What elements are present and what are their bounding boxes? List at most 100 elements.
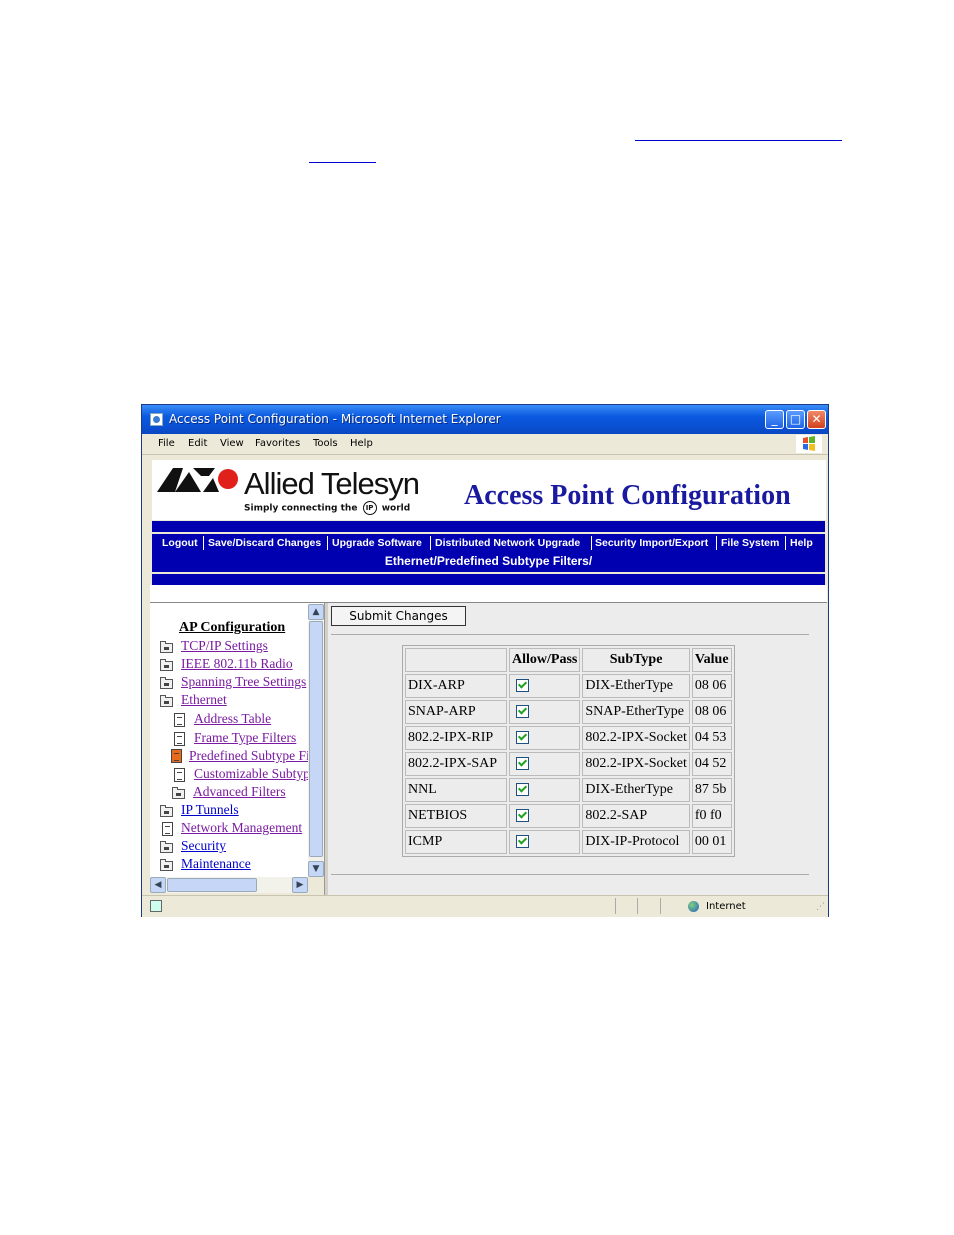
nav-file-system[interactable]: File System xyxy=(721,537,779,549)
scroll-left-button[interactable]: ◀ xyxy=(150,877,166,893)
sidebar-item-spanning-tree[interactable]: Spanning Tree Settings xyxy=(181,674,306,690)
document-icon xyxy=(174,732,185,746)
sidebar-item-address-table[interactable]: Address Table xyxy=(194,711,271,727)
brand-tagline: Simply connecting the IP world xyxy=(244,501,410,515)
filter-value: 04 53 xyxy=(691,726,732,750)
filter-subtype: DIX-EtherType xyxy=(582,778,690,802)
filter-subtype: 802.2-IPX-Socket xyxy=(582,726,690,750)
allow-cell xyxy=(509,830,581,854)
menu-favorites[interactable]: Favorites xyxy=(255,438,300,449)
filter-subtype: SNAP-EtherType xyxy=(582,700,690,724)
allow-cell xyxy=(509,804,581,828)
scroll-up-button[interactable]: ▲ xyxy=(308,604,324,620)
scroll-right-button[interactable]: ▶ xyxy=(292,877,308,893)
filter-name: ICMP xyxy=(405,830,507,854)
top-nav: Logout Save/Discard Changes Upgrade Soft… xyxy=(152,534,825,552)
document-icon xyxy=(174,713,185,727)
menu-help[interactable]: Help xyxy=(350,438,373,449)
status-separator xyxy=(660,898,661,914)
sidebar-item-network-management[interactable]: Network Management xyxy=(181,820,302,836)
tagline-text-end: world xyxy=(381,503,411,514)
minimize-button[interactable]: _ xyxy=(765,410,784,429)
header-bar-bottom xyxy=(152,574,825,585)
filter-name: NNL xyxy=(405,778,507,802)
window-title: Access Point Configuration - Microsoft I… xyxy=(169,412,501,426)
filter-value: 00 01 xyxy=(691,830,732,854)
folder-icon xyxy=(160,805,173,817)
menu-view[interactable]: View xyxy=(220,438,244,449)
scroll-thumb[interactable] xyxy=(309,621,323,857)
filter-name: 802.2-IPX-SAP xyxy=(405,752,507,776)
tagline-text: Simply connecting the xyxy=(244,503,358,514)
sidebar-item-ip-tunnels[interactable]: IP Tunnels xyxy=(181,802,239,818)
document-link-underline xyxy=(309,162,376,163)
allow-checkbox[interactable] xyxy=(516,835,529,849)
sidebar-item-security[interactable]: Security xyxy=(181,838,226,854)
folder-icon xyxy=(160,641,173,653)
filter-value: 08 06 xyxy=(691,674,732,698)
filter-name: NETBIOS xyxy=(405,804,507,828)
scroll-down-button[interactable]: ▼ xyxy=(308,861,324,877)
title-bar[interactable]: Access Point Configuration - Microsoft I… xyxy=(142,405,828,434)
menu-edit[interactable]: Edit xyxy=(188,438,207,449)
document-link-underline xyxy=(635,140,842,141)
allow-cell xyxy=(509,752,581,776)
allow-checkbox[interactable] xyxy=(516,705,529,719)
resize-grip-icon[interactable]: ⋰ xyxy=(816,902,825,912)
windows-logo-icon xyxy=(796,435,822,453)
filter-subtype: DIX-EtherType xyxy=(582,674,690,698)
sidebar-item-customizable-subtype[interactable]: Customizable Subtype Filters xyxy=(194,766,308,782)
sidebar-vertical-scrollbar[interactable]: ▲ ▼ xyxy=(308,604,324,877)
nav-help[interactable]: Help xyxy=(790,537,813,549)
sidebar-item-frame-type-filters[interactable]: Frame Type Filters xyxy=(194,730,296,746)
nav-separator xyxy=(785,536,786,550)
filter-subtype: 802.2-SAP xyxy=(582,804,690,828)
sidebar-horizontal-scrollbar[interactable]: ◀ ▶ xyxy=(150,877,308,893)
nav-security-import-export[interactable]: Security Import/Export xyxy=(595,537,708,549)
folder-icon xyxy=(160,677,173,689)
ie-page-icon xyxy=(150,413,163,426)
filter-value: 87 5b xyxy=(691,778,732,802)
document-icon xyxy=(162,822,173,836)
breadcrumb: Ethernet/Predefined Subtype Filters/ xyxy=(152,552,825,572)
header-gap xyxy=(150,585,827,603)
nav-separator xyxy=(591,536,592,550)
header-bar-top xyxy=(152,521,825,532)
maximize-button[interactable]: □ xyxy=(786,410,805,429)
close-button[interactable]: ✕ xyxy=(807,410,826,429)
filter-subtype: DIX-IP-Protocol xyxy=(582,830,690,854)
menu-file[interactable]: File xyxy=(158,438,175,449)
column-header-name xyxy=(405,648,507,672)
table-row: DIX-ARP DIX-EtherType 08 06 xyxy=(405,674,732,698)
sidebar-item-ethernet[interactable]: Ethernet xyxy=(181,692,227,708)
nav-upgrade-software[interactable]: Upgrade Software xyxy=(332,537,422,549)
status-bar: Internet ⋰ xyxy=(142,895,828,917)
filter-name: 802.2-IPX-RIP xyxy=(405,726,507,750)
sidebar-item-advanced-filters[interactable]: Advanced Filters xyxy=(193,784,286,800)
column-header-value: Value xyxy=(691,648,732,672)
menu-tools[interactable]: Tools xyxy=(313,438,338,449)
allow-checkbox[interactable] xyxy=(516,809,529,823)
allow-checkbox[interactable] xyxy=(516,757,529,771)
nav-save-discard[interactable]: Save/Discard Changes xyxy=(208,537,321,549)
nav-separator xyxy=(716,536,717,550)
table-row: 802.2-IPX-RIP 802.2-IPX-Socket 04 53 xyxy=(405,726,732,750)
sidebar-item-maintenance[interactable]: Maintenance xyxy=(181,856,251,872)
allow-checkbox[interactable] xyxy=(516,783,529,797)
sidebar-item-predefined-subtype[interactable]: Predefined Subtype Filters xyxy=(189,748,308,764)
nav-logout[interactable]: Logout xyxy=(162,537,198,549)
submit-changes-button[interactable]: Submit Changes xyxy=(331,606,466,626)
sidebar-tree: TCP/IP Settings IEEE 802.11b Radio Spann… xyxy=(150,603,308,877)
sidebar-item-tcpip[interactable]: TCP/IP Settings xyxy=(181,638,268,654)
folder-icon xyxy=(160,841,173,853)
column-header-subtype: SubType xyxy=(582,648,690,672)
allow-checkbox[interactable] xyxy=(516,731,529,745)
folder-icon xyxy=(160,659,173,671)
sidebar-item-ieee-radio[interactable]: IEEE 802.11b Radio xyxy=(181,656,293,672)
hscroll-thumb[interactable] xyxy=(167,878,257,892)
status-separator xyxy=(615,898,616,914)
allow-checkbox[interactable] xyxy=(516,679,529,693)
table-row: NETBIOS 802.2-SAP f0 f0 xyxy=(405,804,732,828)
ip-badge: IP xyxy=(362,501,377,515)
nav-distributed-upgrade[interactable]: Distributed Network Upgrade xyxy=(435,537,580,549)
